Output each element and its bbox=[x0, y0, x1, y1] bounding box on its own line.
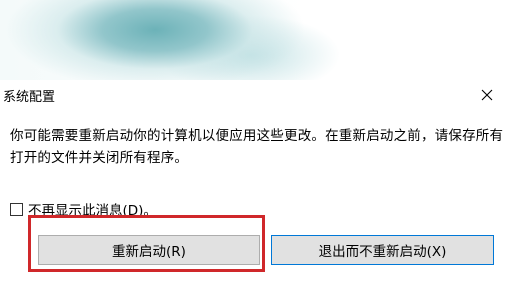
restart-button[interactable]: 重新启动(R) bbox=[38, 235, 260, 265]
title-bar: 系统配置 bbox=[0, 80, 510, 110]
dont-show-again-label: 不再显示此消息(D)。 bbox=[28, 203, 157, 219]
exit-without-restart-button[interactable]: 退出而不重新启动(X) bbox=[271, 235, 494, 265]
close-button[interactable] bbox=[464, 80, 510, 110]
dialog-content: 你可能需要重新启动你的计算机以便应用这些更改。在重新启动之前，请保存所有打开的文… bbox=[0, 110, 510, 210]
background-desktop bbox=[0, 0, 510, 81]
dont-show-again-checkbox[interactable] bbox=[10, 202, 23, 216]
dont-show-again-option[interactable]: 不再显示此消息(D)。 bbox=[10, 199, 157, 219]
dialog-title: 系统配置 bbox=[3, 90, 56, 105]
dialog-message: 你可能需要重新启动你的计算机以便应用这些更改。在重新启动之前，请保存所有打开的文… bbox=[10, 128, 504, 166]
close-icon bbox=[481, 89, 493, 101]
system-config-dialog: 系统配置 你可能需要重新启动你的计算机以便应用这些更改。在重新启动之前，请保存所… bbox=[0, 80, 510, 281]
